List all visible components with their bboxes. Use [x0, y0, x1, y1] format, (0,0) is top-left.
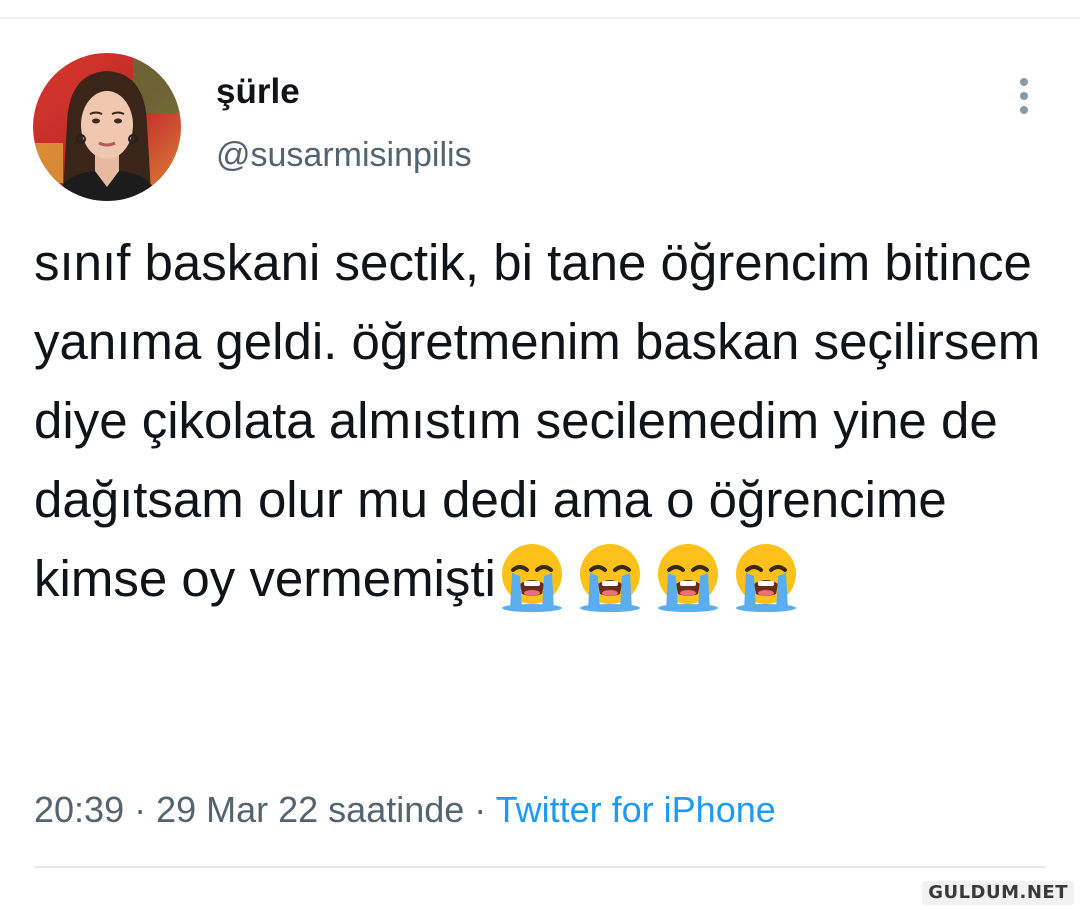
tweet-time[interactable]: 20:39: [34, 789, 124, 830]
meta-separator: ·: [124, 789, 157, 830]
watermark-logo: GULDUM.NET: [922, 881, 1074, 905]
tweet-date[interactable]: 29 Mar 22 saatinde: [156, 789, 464, 830]
bottom-divider: [34, 866, 1046, 868]
avatar-image: [33, 53, 181, 201]
username-handle[interactable]: @susarmisinpilis: [216, 138, 472, 172]
loudly-crying-face-icon: [574, 540, 646, 612]
more-options-button[interactable]: [1008, 76, 1040, 116]
display-name[interactable]: şürle: [216, 74, 300, 109]
tweet-card: şürle @susarmisinpilis sınıf baskani sec…: [0, 0, 1080, 906]
avatar[interactable]: [33, 53, 181, 201]
tweet-meta: 20:39 · 29 Mar 22 saatinde · Twitter for…: [34, 786, 776, 834]
tweet-text: sınıf baskani sectik, bi tane öğrencim b…: [34, 223, 1044, 618]
loudly-crying-face-icon: [730, 540, 802, 612]
loudly-crying-face-icon: [496, 540, 568, 612]
meta-separator: ·: [464, 789, 496, 830]
loudly-crying-face-icon: [652, 540, 724, 612]
more-vertical-icon: [1020, 78, 1028, 114]
tweet-source-link[interactable]: Twitter for iPhone: [496, 789, 776, 830]
